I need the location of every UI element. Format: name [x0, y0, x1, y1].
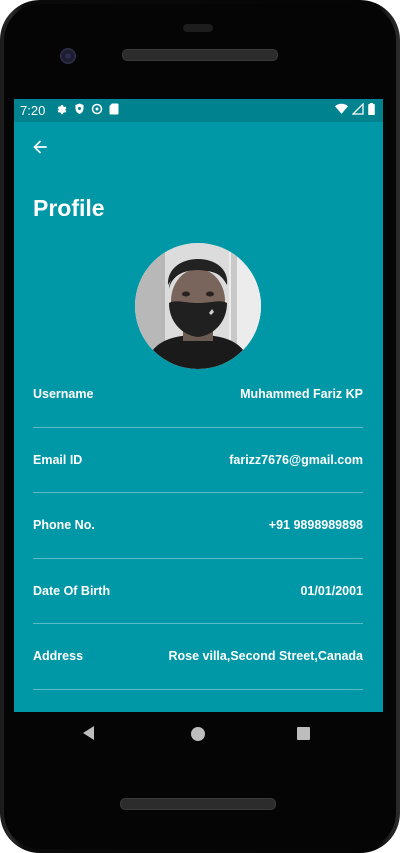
shield-icon [75, 103, 84, 114]
gear-icon [57, 105, 67, 115]
profile-details: Username Muhammed Fariz KP Email ID fari… [33, 362, 363, 690]
signal-icon [352, 103, 364, 115]
wifi-icon [335, 103, 348, 114]
email-label: Email ID [33, 452, 83, 467]
profile-row-dob: Date Of Birth 01/01/2001 [33, 559, 363, 624]
bottom-speaker [120, 798, 276, 810]
status-left-icons [56, 103, 119, 115]
system-nav-bar [14, 712, 383, 756]
dob-label: Date Of Birth [33, 583, 111, 598]
phone-label: Phone No. [33, 518, 95, 532]
status-bar: 7:20 [14, 99, 383, 122]
username-label: Username [33, 387, 94, 401]
nav-recents-icon[interactable] [297, 727, 310, 740]
page-title: Profile [33, 195, 105, 221]
app-screen: 7:20 Profile Username Muhammed Fariz KP … [14, 99, 383, 712]
sync-icon [91, 103, 103, 115]
email-value: farizz7676@gmail.com [229, 452, 363, 467]
sd-card-icon [109, 103, 119, 115]
phone-value: +91 9898989898 [268, 518, 363, 532]
proximity-sensor [183, 24, 213, 32]
nav-home-icon[interactable] [191, 727, 205, 741]
address-label: Address [33, 649, 84, 663]
arrow-left-icon[interactable] [30, 137, 50, 157]
avatar-photo [135, 243, 261, 369]
status-time: 7:20 [20, 103, 46, 118]
profile-row-email: Email ID farizz7676@gmail.com [33, 428, 363, 493]
front-camera [60, 48, 76, 64]
profile-row-address: Address Rose villa,Second Street,Canada [33, 624, 363, 690]
address-value: Rose villa,Second Street,Canada [168, 649, 363, 663]
battery-icon [368, 103, 375, 115]
dob-value: 01/01/2001 [300, 583, 363, 598]
profile-avatar[interactable] [135, 243, 261, 369]
nav-back-icon[interactable] [83, 726, 94, 740]
status-right-icons [335, 103, 375, 115]
username-value: Muhammed Fariz KP [240, 387, 363, 401]
profile-row-username: Username Muhammed Fariz KP [33, 362, 363, 428]
profile-row-phone: Phone No. +91 9898989898 [33, 493, 363, 559]
earpiece-speaker [122, 49, 278, 61]
phone-frame: 7:20 Profile Username Muhammed Fariz KP … [0, 0, 400, 853]
